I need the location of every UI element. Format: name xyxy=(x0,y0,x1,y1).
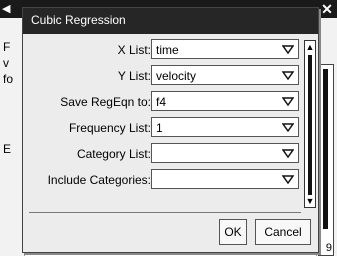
background-text: v xyxy=(3,56,9,70)
close-icon[interactable]: ✕ xyxy=(319,0,335,18)
x-list-row: X List: time xyxy=(23,38,301,60)
include-categories-select[interactable] xyxy=(151,169,299,189)
scroll-down-icon[interactable]: ▼ xyxy=(305,195,315,207)
background-scroll-thumb[interactable] xyxy=(323,69,328,229)
chevron-down-icon xyxy=(282,149,294,159)
save-regeqn-value: f4 xyxy=(156,95,167,109)
chevron-down-icon xyxy=(282,123,294,133)
x-list-select[interactable]: time xyxy=(151,39,299,59)
frequency-list-select[interactable]: 1 xyxy=(151,117,299,137)
dialog-title: Cubic Regression xyxy=(31,13,126,27)
save-regeqn-label: Save RegEqn to: xyxy=(60,95,151,109)
frequency-list-label: Frequency List: xyxy=(68,121,151,135)
include-categories-label: Include Categories: xyxy=(47,173,151,187)
cancel-button[interactable]: Cancel xyxy=(255,219,311,245)
y-list-select[interactable]: velocity xyxy=(151,65,299,85)
frequency-list-value: 1 xyxy=(156,121,163,135)
background-text: E xyxy=(3,142,12,156)
chevron-down-icon xyxy=(282,175,294,185)
dialog-form: X List: time Y List: velocity Save RegEq… xyxy=(23,34,301,210)
category-list-label: Category List: xyxy=(76,147,151,161)
background-text: fo xyxy=(3,72,14,86)
ok-button[interactable]: OK xyxy=(219,219,247,245)
save-regeqn-select[interactable]: f4 xyxy=(151,91,299,111)
x-list-label: X List: xyxy=(117,43,151,57)
cubic-regression-dialog: Cubic Regression X List: time Y List: ve… xyxy=(22,7,319,253)
background-text: F xyxy=(3,40,11,54)
x-list-value: time xyxy=(156,43,179,57)
y-list-row: Y List: velocity xyxy=(23,64,301,86)
save-regeqn-row: Save RegEqn to: f4 xyxy=(23,90,301,112)
chevron-down-icon xyxy=(282,45,294,55)
background-document-right: 9 xyxy=(316,18,337,256)
category-list-row: Category List: xyxy=(23,142,301,164)
include-categories-row: Include Categories: xyxy=(23,168,301,190)
chevron-down-icon xyxy=(282,71,294,81)
frequency-list-row: Frequency List: 1 xyxy=(23,116,301,138)
category-list-select[interactable] xyxy=(151,143,299,163)
back-arrow-icon[interactable]: ◀ xyxy=(2,2,16,16)
dialog-title-bar: Cubic Regression xyxy=(23,8,318,34)
scroll-up-icon[interactable]: ▲ xyxy=(305,41,315,53)
dialog-scrollbar[interactable]: ▲ ▼ xyxy=(304,40,316,208)
button-divider xyxy=(29,212,301,213)
y-list-value: velocity xyxy=(156,69,197,83)
chevron-down-icon xyxy=(282,97,294,107)
scroll-thumb[interactable] xyxy=(308,55,312,195)
page-number: 9 xyxy=(325,242,332,254)
y-list-label: Y List: xyxy=(117,69,151,83)
background-scrollbar[interactable] xyxy=(318,64,334,256)
